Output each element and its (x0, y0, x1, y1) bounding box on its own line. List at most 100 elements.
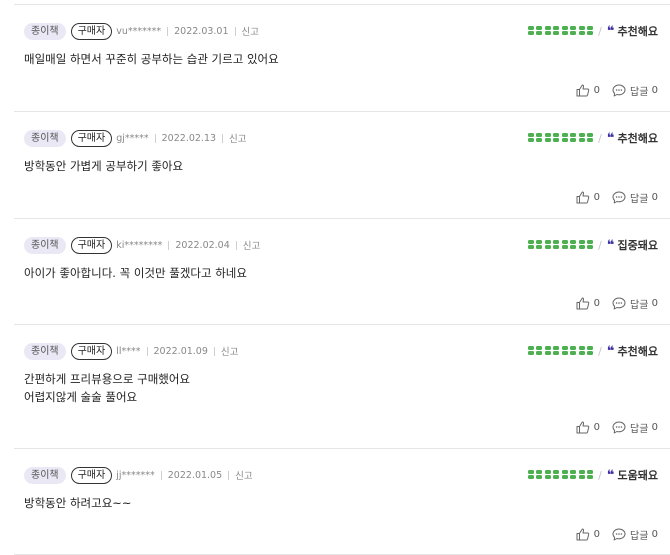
reply-label: 답글 (630, 194, 649, 205)
clover-icon (579, 240, 594, 249)
review-date: 2022.01.09 (153, 345, 208, 357)
clover-icon (528, 133, 543, 142)
meta-divider (222, 133, 224, 143)
meta-divider (213, 346, 215, 356)
reply-button[interactable]: 답글 0 (612, 83, 658, 98)
speech-bubble-icon (612, 421, 626, 434)
report-link[interactable]: 신고 (235, 468, 252, 482)
review-content: 방학동안 가볍게 공부하기 좋아요 (24, 157, 183, 175)
buyer-badge: 구매자 (70, 22, 113, 40)
rating-clovers: / ❝ 추천해요 (528, 342, 658, 360)
review-item: 종이책 구매자 gj***** 2022.02.13 신고 / ❝ 추천해요 방… (14, 112, 670, 219)
report-link[interactable]: 신고 (229, 131, 246, 145)
review-date: 2022.02.13 (161, 132, 217, 144)
review-text-line: 간편하게 프리뷰용으로 구매했어요 (24, 372, 191, 386)
buyer-badge: 구매자 (70, 466, 113, 484)
clover-icon (562, 346, 577, 355)
rating-divider: / (598, 238, 602, 252)
review-item: 종이책 구매자 jj******* 2022.01.05 신고 / ❝ 도움돼요… (14, 449, 670, 555)
reply-button[interactable]: 답글 0 (612, 190, 658, 205)
clover-icon (562, 26, 577, 35)
review-text-line: 방학동안 하려고요~~ (24, 496, 132, 510)
review-item: 종이책 구매자 ki******** 2022.02.04 신고 / ❝ 집중돼… (14, 219, 670, 325)
book-type-badge: 종이책 (24, 236, 66, 254)
reply-count: 0 (651, 529, 658, 540)
clover-icon (545, 133, 560, 142)
reply-count: 0 (651, 422, 658, 433)
thumbs-up-icon (576, 421, 589, 434)
meta-divider (160, 470, 162, 480)
clover-icon (528, 470, 543, 479)
thumbs-up-icon (576, 191, 589, 204)
clover-icon (545, 240, 560, 249)
rating-clovers: / ❝ 추천해요 (528, 22, 658, 40)
rating-clovers: / ❝ 집중돼요 (528, 236, 658, 254)
reviewer-id: ki******** (116, 239, 163, 251)
review-item: 종이책 구매자 vu******* 2022.03.01 신고 / ❝ 추천해요… (14, 5, 670, 112)
buyer-badge: 구매자 (70, 129, 113, 147)
quote-icon: ❝ (606, 130, 615, 146)
like-count: 0 (593, 422, 601, 433)
clover-icon (579, 470, 594, 479)
speech-bubble-icon (612, 191, 626, 204)
reply-label: 답글 (630, 531, 649, 542)
review-actions: 0 답글 0 (576, 527, 658, 542)
review-date: 2022.01.05 (167, 469, 223, 481)
like-count: 0 (593, 298, 601, 309)
review-actions: 0 답글 0 (576, 420, 658, 435)
rating-divider: / (598, 24, 602, 38)
like-button[interactable]: 0 (576, 84, 600, 97)
speech-bubble-icon (612, 528, 626, 541)
book-type-badge: 종이책 (24, 342, 66, 360)
clover-icon (579, 133, 594, 142)
review-tag: 추천해요 (617, 345, 658, 358)
reply-count: 0 (651, 85, 658, 96)
book-type-badge: 종이책 (24, 129, 66, 147)
review-actions: 0 답글 0 (576, 296, 658, 311)
reply-button[interactable]: 답글 0 (612, 420, 658, 435)
clover-icon (528, 26, 543, 35)
review-meta: 종이책 구매자 ll**** 2022.01.09 신고 (24, 342, 238, 360)
reviewer-id: ll**** (116, 345, 141, 357)
book-type-badge: 종이책 (24, 466, 66, 484)
meta-divider (168, 240, 170, 250)
clover-icon (562, 240, 577, 249)
review-tag: 추천해요 (617, 25, 658, 38)
like-button[interactable]: 0 (576, 191, 600, 204)
reviewer-id: jj******* (116, 469, 155, 481)
book-type-badge: 종이책 (24, 22, 66, 40)
quote-icon: ❝ (606, 23, 615, 39)
review-tag: 집중돼요 (617, 239, 658, 252)
quote-icon: ❝ (606, 467, 615, 483)
meta-divider (146, 346, 148, 356)
report-link[interactable]: 신고 (243, 238, 260, 252)
reply-button[interactable]: 답글 0 (612, 296, 658, 311)
review-content: 아이가 좋아합니다. 꼭 이것만 풀겠다고 하네요 (24, 264, 247, 282)
like-button[interactable]: 0 (576, 421, 600, 434)
buyer-badge: 구매자 (70, 236, 113, 254)
reply-count: 0 (651, 192, 658, 203)
report-link[interactable]: 신고 (242, 24, 259, 38)
review-meta: 종이책 구매자 gj***** 2022.02.13 신고 (24, 129, 247, 147)
like-button[interactable]: 0 (576, 297, 600, 310)
buyer-badge: 구매자 (70, 342, 113, 360)
meta-divider (235, 240, 237, 250)
reviewer-id: gj***** (116, 132, 149, 144)
review-item: 종이책 구매자 ll**** 2022.01.09 신고 / ❝ 추천해요 간편… (14, 325, 670, 449)
reply-count: 0 (651, 298, 658, 309)
review-meta: 종이책 구매자 vu******* 2022.03.01 신고 (24, 22, 259, 40)
report-link[interactable]: 신고 (221, 344, 238, 358)
review-meta: 종이책 구매자 jj******* 2022.01.05 신고 (24, 466, 253, 484)
review-text-line: 아이가 좋아합니다. 꼭 이것만 풀겠다고 하네요 (24, 266, 247, 280)
review-content: 간편하게 프리뷰용으로 구매했어요 어렵지않게 술술 풀어요 (24, 370, 190, 406)
like-button[interactable]: 0 (576, 528, 600, 541)
reply-label: 답글 (630, 424, 649, 435)
review-date: 2022.02.04 (175, 239, 230, 251)
like-count: 0 (593, 192, 601, 203)
reply-button[interactable]: 답글 0 (612, 527, 658, 542)
clover-icon (528, 346, 543, 355)
clover-icon (545, 470, 560, 479)
meta-divider (228, 470, 230, 480)
clover-icon (579, 346, 594, 355)
clover-icon (562, 470, 577, 479)
